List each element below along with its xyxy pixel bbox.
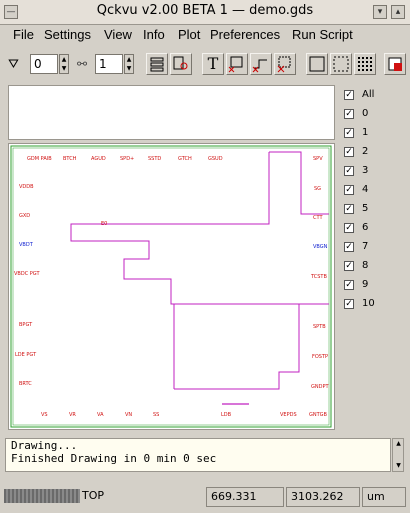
delete-icon — [277, 56, 291, 73]
maximize-button[interactable]: ▴ — [391, 5, 405, 19]
status-unit: um — [362, 487, 406, 507]
drawing-label: BRTC — [19, 381, 32, 387]
toolbar: ⛛ 0 ▲ ▼ ⚯ 1 ▲ ▼ T — [0, 50, 410, 80]
hierarchy-depth-spinner[interactable]: ▲ ▼ — [124, 54, 134, 74]
drawing-label: CTT — [313, 215, 323, 221]
checkbox[interactable]: ✓ — [344, 128, 354, 138]
drawing-label: GXD — [19, 213, 31, 219]
zoom-box-button[interactable] — [330, 53, 352, 75]
drawing-label: SPV — [313, 156, 323, 162]
checkbox[interactable]: ✓ — [344, 242, 354, 252]
drawing-label: E0 — [101, 221, 108, 227]
exit-button[interactable] — [384, 53, 406, 75]
checkbox[interactable]: ✓ — [344, 261, 354, 271]
drawing-label: GDM PAIB — [27, 156, 52, 162]
menu-info[interactable]: Info — [143, 27, 165, 42]
drawing-label: FOSTP — [312, 354, 329, 360]
log-scrollbar[interactable]: ▲ ▼ — [392, 438, 404, 472]
drawing-label: BPGT — [19, 322, 33, 328]
path-tool-button[interactable] — [250, 53, 272, 75]
menu-settings[interactable]: Settings — [44, 27, 91, 42]
drawing-label: GTCH — [178, 156, 192, 162]
window-title: Qckvu v2.00 BETA 1 — demo.gds — [96, 3, 314, 18]
drawing-label: LDB — [221, 412, 232, 418]
exit-icon — [388, 57, 402, 71]
progress-bar — [4, 489, 80, 503]
checkbox[interactable]: ✓ — [344, 90, 354, 100]
drawing-label: SPD+ — [120, 156, 135, 162]
menu-preferences[interactable]: Preferences — [210, 27, 280, 42]
drawing-label: SG — [314, 186, 322, 192]
drawing-label: GSUD — [208, 156, 223, 162]
layout-drawing — [10, 145, 332, 428]
drawing-label: SPTB — [313, 324, 326, 330]
checkbox[interactable]: ✓ — [344, 147, 354, 157]
menu-run-script[interactable]: Run Script — [292, 27, 353, 42]
rectangle-icon — [228, 56, 243, 73]
filter-level-spinner[interactable]: ▲ ▼ — [59, 54, 69, 74]
checkbox[interactable]: ✓ — [344, 280, 354, 290]
rectangle-tool-button[interactable] — [226, 53, 248, 75]
drawing-label: SSTD — [148, 156, 162, 162]
grid-button[interactable] — [354, 53, 376, 75]
text-tool-button[interactable]: T — [202, 53, 224, 75]
checkbox[interactable]: ✓ — [344, 109, 354, 119]
stack-icon — [150, 57, 164, 72]
menu-bar: File Settings View Info Plot Preferences… — [0, 26, 410, 46]
filter-level-input[interactable]: 0 — [30, 54, 58, 74]
drawing-label: TCSTB — [311, 274, 327, 280]
drawing-label: VBGN — [313, 244, 328, 250]
filter-icon: ⛛ — [8, 57, 19, 72]
cell-info-panel — [8, 85, 335, 140]
dashed-square-icon — [333, 56, 349, 72]
drawing-label: VBDC PGT — [14, 271, 40, 277]
log-line: Finished Drawing in 0 min 0 sec — [11, 452, 217, 465]
drawing-label: VN — [125, 412, 133, 418]
drawing-label: GNTGB — [309, 412, 327, 418]
checkbox[interactable]: ✓ — [344, 204, 354, 214]
menu-plot[interactable]: Plot — [178, 27, 200, 42]
checkbox[interactable]: ✓ — [344, 299, 354, 309]
square-icon — [309, 56, 325, 72]
drawing-label: VDDB — [19, 184, 34, 190]
drawing-label: VR — [69, 412, 76, 418]
status-y-coordinate: 3103.262 — [286, 487, 360, 507]
minimize-button[interactable]: ▾ — [373, 5, 387, 19]
drawing-label: VEPDS — [280, 412, 297, 418]
search-cell-icon — [173, 56, 188, 70]
status-cell-name: TOP — [82, 489, 105, 502]
checkbox[interactable]: ✓ — [344, 166, 354, 176]
title-bar: — Qckvu v2.00 BETA 1 — demo.gds ▾ ▴ — [0, 0, 410, 25]
layer-panel: ✓ All ✓ 0 ✓ 1 ✓ 2 ✓ 3 ✓ 4 ✓ 5 ✓ 6 ✓ 7 ✓ … — [344, 89, 375, 309]
layers-list-button[interactable] — [146, 53, 168, 75]
delete-tool-button[interactable] — [274, 53, 296, 75]
drawing-label: VS — [41, 412, 48, 418]
checkbox[interactable]: ✓ — [344, 185, 354, 195]
menu-view[interactable]: View — [104, 27, 132, 42]
log-line: Drawing... — [11, 439, 78, 452]
drawing-label: LDE PGT — [15, 352, 37, 358]
drawing-label: GNDPT — [311, 384, 329, 390]
drawing-label: AGUD — [91, 156, 106, 162]
menu-file[interactable]: File — [13, 27, 34, 42]
layout-canvas[interactable]: GDM PAIB BTCH AGUD SPD+ SSTD GTCH GSUD S… — [8, 143, 335, 430]
grid-icon — [358, 57, 372, 71]
hierarchy-icon: ⚯ — [77, 57, 88, 71]
fit-view-button[interactable] — [306, 53, 328, 75]
status-bar: TOP 669.331 3103.262 um — [0, 487, 410, 507]
scroll-down-icon[interactable]: ▼ — [394, 462, 403, 470]
hierarchy-depth-input[interactable]: 1 — [95, 54, 123, 74]
drawing-label: VBDT — [19, 242, 33, 248]
checkbox[interactable]: ✓ — [344, 223, 354, 233]
status-x-coordinate: 669.331 — [206, 487, 284, 507]
drawing-label: VA — [97, 412, 104, 418]
find-cell-button[interactable] — [170, 53, 192, 75]
scroll-up-icon[interactable]: ▲ — [394, 440, 403, 448]
drawing-label: BTCH — [63, 156, 77, 162]
drawing-label: SS — [153, 412, 160, 418]
path-icon — [252, 59, 267, 73]
log-output[interactable]: Drawing... Finished Drawing in 0 min 0 s… — [5, 438, 391, 472]
